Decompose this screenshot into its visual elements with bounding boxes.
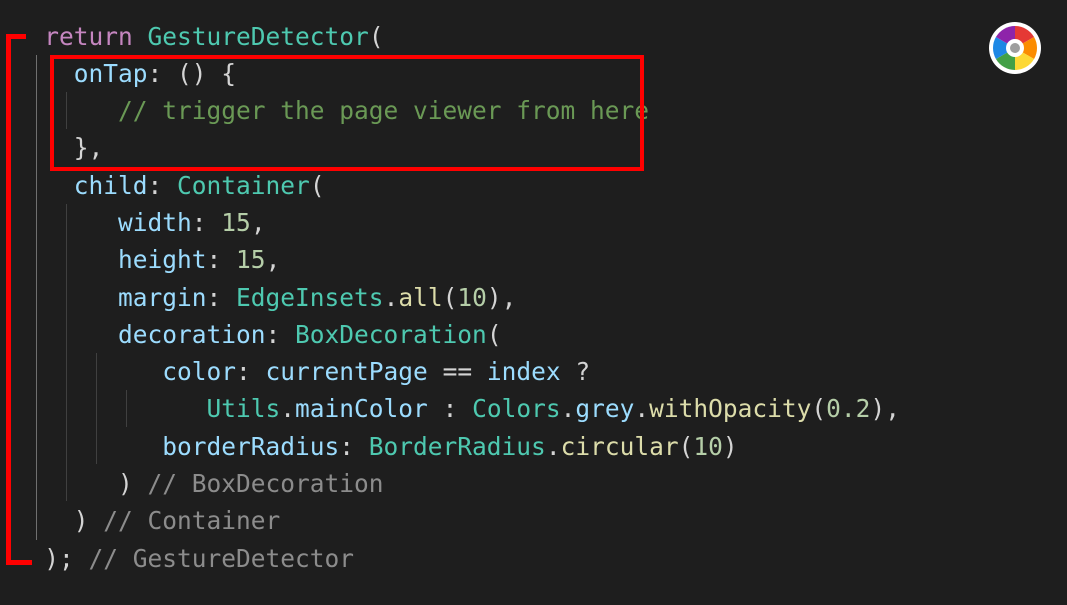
class-container: Container [177, 171, 310, 200]
class-utils: Utils [206, 394, 281, 423]
property-grey: grey [575, 394, 635, 423]
code-line-7: height: 15, [118, 245, 281, 274]
closing-label: // GestureDetector [73, 544, 355, 573]
method-all: all [398, 283, 443, 312]
code-line-5: child: Container( [73, 171, 325, 200]
class-border-radius: BorderRadius [368, 432, 546, 461]
closing-label: // Container [88, 506, 281, 535]
closing-label: // BoxDecoration [132, 469, 384, 498]
property-child: child [73, 171, 148, 200]
variable-index: index [486, 357, 561, 386]
property-margin: margin [118, 283, 207, 312]
variable-current-page: currentPage [265, 357, 428, 386]
code-line-15: ); // GestureDetector [44, 544, 355, 573]
code-line-14: ) // Container [73, 506, 281, 535]
keyword-return: return [44, 22, 133, 51]
code-line-6: width: 15, [118, 208, 266, 237]
property-main-color: mainColor [295, 394, 428, 423]
code-line-1: return GestureDetector( [44, 22, 384, 51]
code-line-10: color: currentPage == index ? [162, 357, 591, 386]
property-decoration: decoration [118, 320, 266, 349]
property-color: color [162, 357, 237, 386]
color-wheel-icon [989, 22, 1041, 74]
highlight-box-annotation [50, 55, 644, 171]
code-line-9: decoration: BoxDecoration( [118, 320, 502, 349]
code-line-8: margin: EdgeInsets.all(10), [118, 283, 517, 312]
class-box-decoration: BoxDecoration [295, 320, 487, 349]
class-edge-insets: EdgeInsets [236, 283, 384, 312]
code-line-11: Utils.mainColor : Colors.grey.withOpacit… [206, 394, 900, 423]
property-border-radius: borderRadius [162, 432, 340, 461]
method-circular: circular [560, 432, 679, 461]
code-editor[interactable]: return GestureDetector( onTap: () { // t… [0, 0, 1067, 605]
property-width: width [118, 208, 192, 237]
code-line-12: borderRadius: BorderRadius.circular(10) [162, 432, 738, 461]
method-with-opacity: withOpacity [649, 394, 812, 423]
property-height: height [118, 245, 207, 274]
code-line-13: ) // BoxDecoration [118, 469, 384, 498]
class-colors: Colors [472, 394, 561, 423]
class-gesture-detector: GestureDetector [147, 22, 369, 51]
